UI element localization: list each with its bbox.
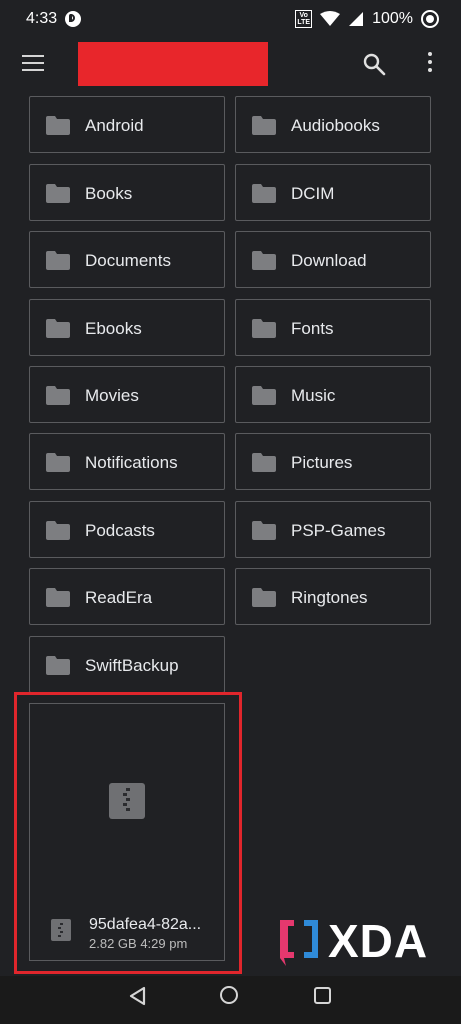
folder-item[interactable]: Podcasts — [29, 501, 225, 558]
home-icon[interactable] — [220, 986, 238, 1004]
folder-icon — [46, 453, 70, 472]
folder-item[interactable]: Fonts — [235, 299, 431, 356]
folder-label: Movies — [85, 386, 139, 405]
folder-item[interactable]: Documents — [29, 231, 225, 288]
folder-label: Ringtones — [291, 588, 368, 607]
folder-item[interactable]: Notifications — [29, 433, 225, 490]
folder-icon — [46, 184, 70, 203]
folder-label: Fonts — [291, 319, 334, 338]
wifi-icon — [320, 11, 341, 26]
app-bar — [0, 38, 461, 90]
recents-icon[interactable] — [314, 987, 331, 1004]
battery-level: 100% — [372, 10, 413, 27]
signal-icon — [349, 12, 364, 26]
folder-item[interactable]: Android — [29, 96, 225, 153]
folder-item[interactable]: Download — [235, 231, 431, 288]
folder-item[interactable]: Music — [235, 366, 431, 423]
folder-label: DCIM — [291, 184, 335, 203]
folder-item[interactable]: Books — [29, 164, 225, 221]
folder-label: Pictures — [291, 453, 353, 472]
file-name: 95dafea4-82a... — [89, 916, 202, 933]
folder-label: Music — [291, 386, 336, 405]
folder-item[interactable]: Pictures — [235, 433, 431, 490]
folder-icon — [46, 116, 70, 135]
xda-logo-icon — [280, 920, 318, 966]
redacted-title — [78, 42, 268, 86]
folder-label: ReadEra — [85, 588, 153, 607]
folder-item[interactable]: SwiftBackup — [29, 636, 225, 693]
folder-label: Android — [85, 116, 144, 135]
navigation-bar — [0, 976, 461, 1024]
zip-file-icon — [109, 783, 145, 819]
file-size: 2.82 GB — [89, 936, 137, 951]
xda-watermark: XDA — [276, 912, 461, 970]
status-left: 4:33 — [26, 10, 82, 28]
folder-label: Audiobooks — [291, 116, 380, 135]
folder-item[interactable]: PSP-Games — [235, 501, 431, 558]
folder-label: Ebooks — [85, 319, 142, 338]
more-vert-icon[interactable] — [426, 52, 434, 76]
volte-icon: Vo LTE — [295, 10, 313, 28]
folder-label: Books — [85, 184, 133, 203]
folder-label: Notifications — [85, 453, 178, 472]
folder-icon — [46, 386, 70, 405]
notification-app-icon — [65, 11, 82, 27]
folder-icon — [252, 453, 276, 472]
folder-label: Documents — [85, 251, 171, 270]
folder-item[interactable]: Ebooks — [29, 299, 225, 356]
status-time: 4:33 — [26, 10, 58, 27]
zip-file-small-icon — [51, 919, 71, 941]
status-right: Vo LTE 100% — [295, 10, 439, 28]
folder-icon — [252, 251, 276, 270]
file-meta: 2.82 GB 4:29 pm — [89, 936, 187, 951]
folder-icon — [46, 521, 70, 540]
folder-icon — [252, 319, 276, 338]
folder-icon — [252, 116, 276, 135]
folder-icon — [46, 319, 70, 338]
folder-icon — [46, 588, 70, 607]
folder-icon — [252, 386, 276, 405]
back-icon[interactable] — [128, 986, 148, 1006]
menu-icon[interactable] — [22, 55, 46, 73]
folder-icon — [252, 184, 276, 203]
file-time: 4:29 pm — [140, 936, 188, 951]
folder-label: SwiftBackup — [85, 656, 179, 675]
search-icon[interactable] — [362, 52, 386, 76]
folder-icon — [46, 251, 70, 270]
folder-icon — [46, 656, 70, 675]
folder-label: Podcasts — [85, 521, 155, 540]
folder-icon — [252, 521, 276, 540]
folder-item[interactable]: Audiobooks — [235, 96, 431, 153]
status-bar: 4:33 Vo LTE 100% — [0, 0, 461, 38]
folder-item[interactable]: Movies — [29, 366, 225, 423]
folder-icon — [252, 588, 276, 607]
xda-watermark-text: XDA — [328, 915, 429, 967]
folder-item[interactable]: DCIM — [235, 164, 431, 221]
battery-saver-icon — [421, 10, 439, 28]
folder-item[interactable]: Ringtones — [235, 568, 431, 625]
folder-label: PSP-Games — [291, 521, 386, 540]
folder-label: Download — [291, 251, 367, 270]
file-card[interactable]: 95dafea4-82a... 2.82 GB 4:29 pm — [29, 703, 225, 961]
folder-item[interactable]: ReadEra — [29, 568, 225, 625]
